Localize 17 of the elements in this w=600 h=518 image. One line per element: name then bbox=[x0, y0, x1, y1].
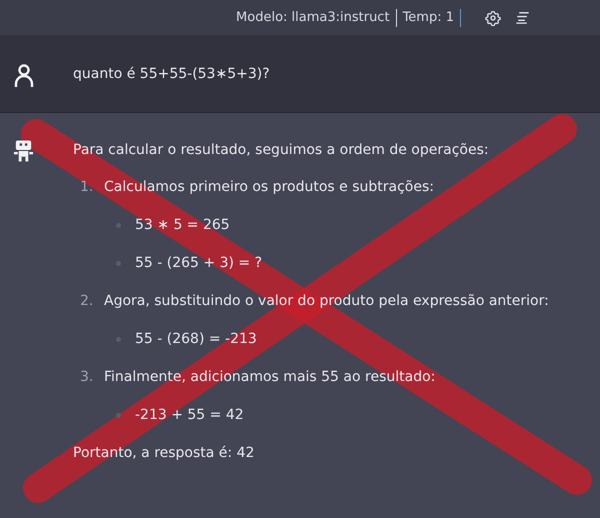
model-label: Modelo: llama3:instruct bbox=[236, 10, 390, 25]
person-icon bbox=[14, 64, 34, 88]
list-item-text: Calculamos primeiro os produtos e subtrações: bbox=[104, 179, 434, 195]
message-text: Para calcular o resultado, seguimos a ordem de operações: bbox=[73, 141, 490, 160]
list-item-text: 55 - (268) = -213 bbox=[135, 331, 257, 347]
bullet-icon bbox=[116, 412, 121, 418]
message-text: quanto é 55+55-(53∗5+3)? bbox=[73, 64, 271, 84]
list-number: 1. bbox=[80, 179, 94, 195]
list-number: 3. bbox=[80, 369, 94, 385]
list-item-text: 53 ∗ 5 = 265 bbox=[135, 217, 230, 233]
settings-icon[interactable] bbox=[485, 10, 501, 26]
temperature-label: Temp: 1 bbox=[402, 10, 454, 25]
message-text: Portanto, a resposta é: 42 bbox=[73, 444, 256, 463]
list-item-text: -213 + 55 = 42 bbox=[135, 407, 244, 423]
menu-icon[interactable] bbox=[515, 10, 530, 25]
robot-icon bbox=[13, 139, 34, 163]
list-number: 2. bbox=[80, 293, 94, 309]
